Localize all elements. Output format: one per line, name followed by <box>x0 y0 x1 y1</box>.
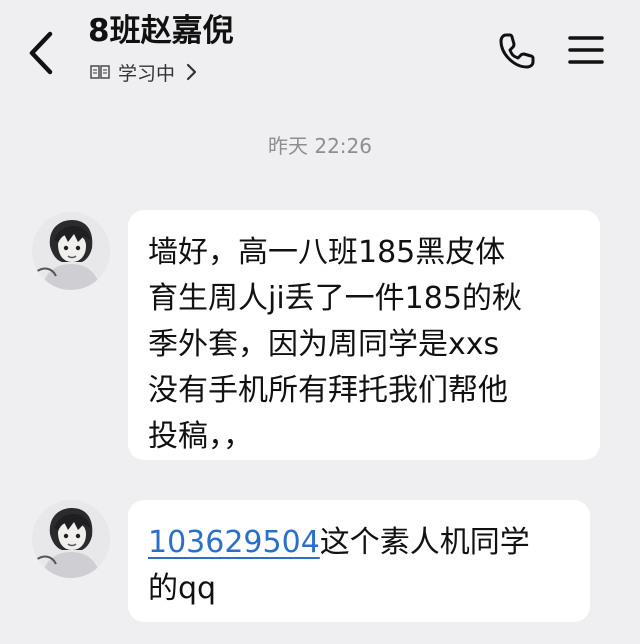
message-text-line: 季外套，因为周同学是xxs <box>148 327 500 362</box>
message-timestamp: 昨天 22:26 <box>268 134 372 158</box>
contact-status[interactable]: 学习中 <box>90 58 197 86</box>
avatar[interactable] <box>32 212 110 290</box>
phone-icon <box>499 33 535 69</box>
contact-name[interactable]: 8班赵嘉倪 <box>88 10 234 52</box>
message-text-line: 育生周人ji丢了一件185的秋 <box>148 281 522 316</box>
qq-number-link[interactable]: 103629504 <box>148 525 320 560</box>
message-text-line: 投稿，， <box>148 419 253 454</box>
chat-header: 8班赵嘉倪 学习中 <box>0 0 640 100</box>
message-bubble[interactable]: 103629504这个素人机同学 的qq <box>128 500 590 622</box>
chevron-right-icon <box>186 63 197 81</box>
hamburger-menu-icon <box>568 36 604 64</box>
message-text-line: 的qq <box>148 571 217 606</box>
avatar[interactable] <box>32 500 110 578</box>
back-button[interactable] <box>22 28 62 78</box>
message-text-line: 103629504这个素人机同学 <box>148 520 572 566</box>
call-button[interactable] <box>496 30 538 72</box>
message-text-segment: 这个素人机同学 <box>319 525 530 560</box>
message-text-line: 墙好，高一八班185黑皮体 <box>148 235 506 270</box>
message-text-line: 没有手机所有拜托我们帮他 <box>148 373 508 408</box>
avatar-illustration <box>32 212 110 290</box>
status-label: 学习中 <box>118 62 176 85</box>
book-icon <box>90 65 110 79</box>
avatar-illustration <box>32 500 110 578</box>
message-bubble[interactable]: 墙好，高一八班185黑皮体 育生周人ji丢了一件185的秋 季外套，因为周同学是… <box>128 210 600 460</box>
menu-button[interactable] <box>566 34 606 66</box>
chevron-left-icon <box>29 31 53 75</box>
